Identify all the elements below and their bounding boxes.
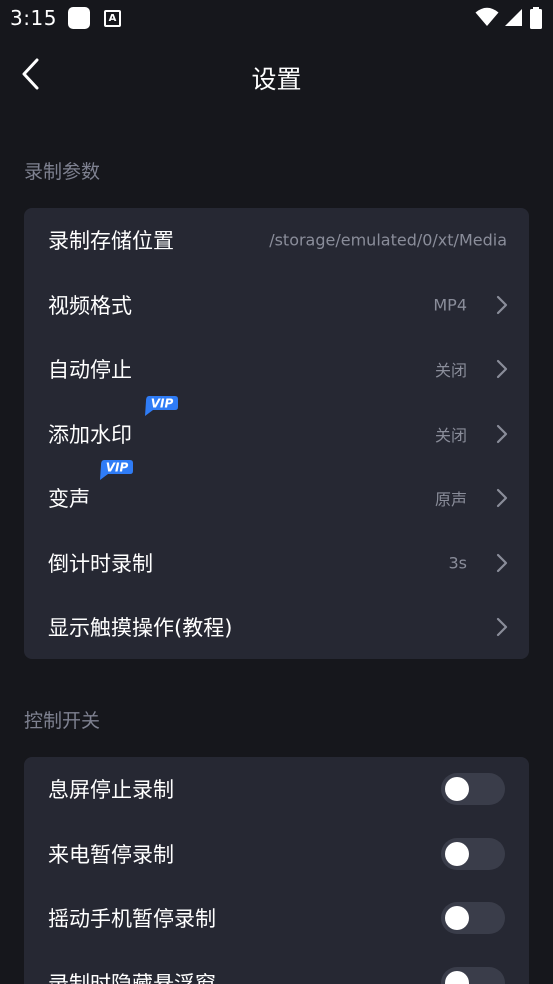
section-title-recording: 录制参数 xyxy=(24,161,101,183)
svg-text:VIP: VIP xyxy=(106,461,129,475)
section-title-controls: 控制开关 xyxy=(24,710,101,732)
setting-row-auto-stop[interactable]: 自动停止 关闭 xyxy=(24,337,529,402)
toggle-knob xyxy=(445,841,469,866)
signal-icon xyxy=(504,9,522,26)
setting-value: 关闭 xyxy=(434,361,467,381)
a-notification-icon: A xyxy=(104,10,121,27)
setting-row-show-touches[interactable]: 显示触摸操作(教程) xyxy=(24,595,529,659)
settings-screen: 3:15 A 设置 录制参数 录制存储位置 /storage/emulated/… xyxy=(0,0,553,984)
toggle-knob xyxy=(445,777,469,802)
chevron-right-icon xyxy=(496,618,508,637)
setting-value: /storage/emulated/0/xt/Media xyxy=(269,230,507,250)
chevron-right-icon xyxy=(496,553,508,572)
setting-label: 摇动手机暂停录制 xyxy=(48,907,216,932)
setting-row-voice-changer[interactable]: 变声 VIP 原声 xyxy=(24,460,529,531)
vip-badge: VIP xyxy=(98,459,134,481)
setting-label: 添加水印 VIP xyxy=(48,395,178,449)
setting-label-text: 添加水印 xyxy=(48,422,132,447)
chevron-right-icon xyxy=(496,424,508,443)
toggle-knob xyxy=(445,906,469,931)
setting-label: 录制时隐藏悬浮窗 xyxy=(48,971,216,984)
app-header: 设置 xyxy=(0,36,553,112)
page-title: 设置 xyxy=(251,65,302,94)
switch-row-shake-pause: 摇动手机暂停录制 xyxy=(24,886,529,951)
chevron-right-icon xyxy=(496,295,508,314)
setting-value: MP4 xyxy=(433,295,467,315)
status-time: 3:15 xyxy=(10,6,57,30)
switch-row-hide-floating-window: 录制时隐藏悬浮窗 xyxy=(24,951,529,984)
setting-value: 关闭 xyxy=(434,425,467,445)
setting-row-video-format[interactable]: 视频格式 MP4 xyxy=(24,273,529,338)
vip-badge: VIP xyxy=(143,395,179,417)
svg-text:VIP: VIP xyxy=(151,396,174,410)
chevron-right-icon xyxy=(496,489,508,508)
setting-value: 3s xyxy=(448,553,467,573)
setting-label: 息屏停止录制 xyxy=(48,778,174,803)
wifi-icon xyxy=(475,7,499,26)
toggle-knob xyxy=(445,970,469,984)
setting-row-storage-location[interactable]: 录制存储位置 /storage/emulated/0/xt/Media xyxy=(24,208,529,273)
recording-settings-card: 录制存储位置 /storage/emulated/0/xt/Media 视频格式… xyxy=(24,208,529,659)
setting-label: 倒计时录制 xyxy=(48,551,153,576)
battery-icon xyxy=(530,7,542,29)
setting-label: 自动停止 xyxy=(48,358,132,383)
switch-row-call-pause: 来电暂停录制 xyxy=(24,822,529,887)
setting-label: 变声 VIP xyxy=(48,460,133,513)
control-switches-card: 息屏停止录制 来电暂停录制 摇动手机暂停录制 录制时隐藏悬浮窗 xyxy=(24,757,529,984)
setting-label: 视频格式 xyxy=(48,293,132,318)
setting-label-text: 变声 xyxy=(48,487,90,512)
setting-label: 显示触摸操作(教程) xyxy=(48,616,233,641)
chevron-right-icon xyxy=(496,360,508,379)
status-icons xyxy=(475,6,543,30)
switch-row-screen-off-stop: 息屏停止录制 xyxy=(24,757,529,822)
toggle-switch[interactable] xyxy=(441,902,505,935)
setting-row-watermark[interactable]: 添加水印 VIP 关闭 xyxy=(24,395,529,467)
status-bar: 3:15 A xyxy=(0,0,553,36)
toggle-switch[interactable] xyxy=(441,966,505,984)
toggle-switch[interactable] xyxy=(441,837,505,870)
setting-label: 录制存储位置 xyxy=(48,229,174,254)
square-app-icon xyxy=(68,7,90,29)
setting-label: 来电暂停录制 xyxy=(48,842,174,867)
setting-row-countdown[interactable]: 倒计时录制 3s xyxy=(24,531,529,596)
setting-value: 原声 xyxy=(434,490,467,510)
toggle-switch[interactable] xyxy=(441,773,505,806)
